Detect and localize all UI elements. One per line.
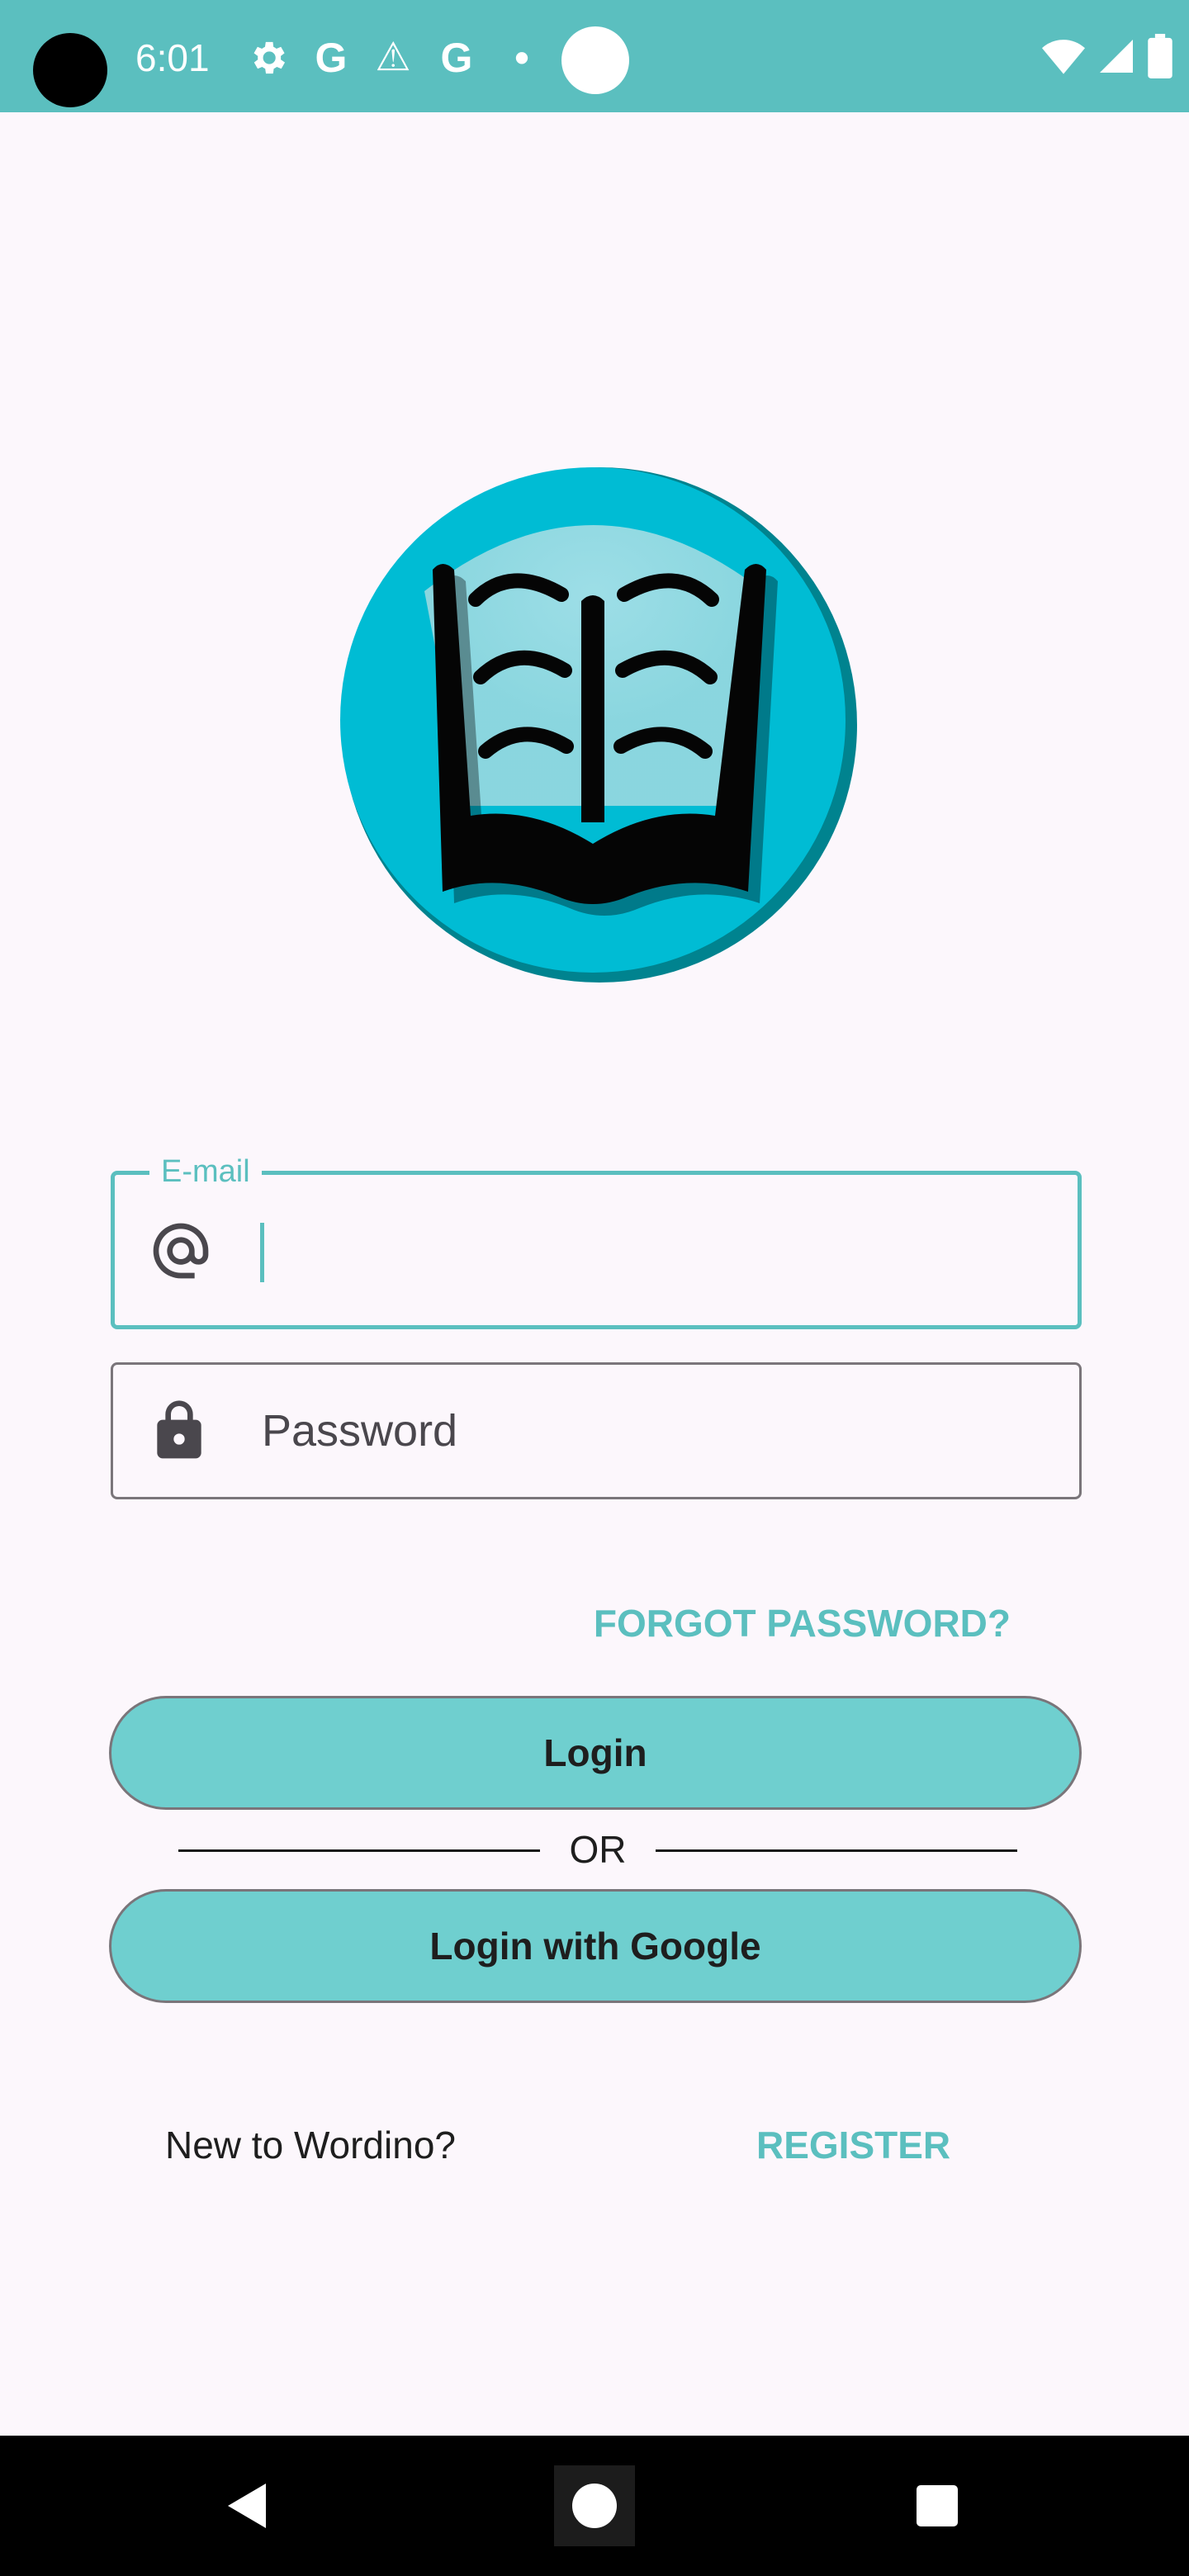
signal-icon (1100, 40, 1133, 73)
email-field-label: E-mail (149, 1153, 262, 1190)
open-book-logo (340, 467, 857, 983)
email-field[interactable]: E-mail (111, 1153, 1082, 1329)
battery-icon (1148, 34, 1172, 78)
home-icon[interactable] (549, 2460, 640, 2551)
at-sign-icon (153, 1223, 209, 1279)
status-bar: 6:01 G ⚠ G • (0, 0, 1189, 112)
status-icons-right (1042, 30, 1172, 83)
back-icon[interactable] (203, 2460, 294, 2551)
google-icon: G (315, 35, 348, 81)
divider-line-right (656, 1849, 1017, 1852)
dot-icon: • (514, 35, 529, 81)
password-input[interactable] (262, 1398, 1054, 1464)
register-prompt: New to Wordino? (165, 2124, 456, 2166)
status-time: 6:01 (135, 36, 210, 79)
login-button[interactable]: Login (109, 1696, 1082, 1810)
text-cursor (260, 1223, 264, 1282)
wifi-icon (1042, 40, 1085, 74)
google-icon: G (440, 35, 473, 81)
camera-cutout (33, 33, 107, 107)
recents-icon[interactable] (892, 2460, 983, 2551)
circle-icon (561, 26, 629, 94)
warning-icon: ⚠ (375, 36, 411, 79)
login-with-google-button[interactable]: Login with Google (109, 1889, 1082, 2003)
password-field[interactable] (111, 1362, 1082, 1499)
navigation-bar (0, 2436, 1189, 2576)
lock-icon (157, 1400, 201, 1459)
forgot-password-link[interactable]: FORGOT PASSWORD? (594, 1600, 1011, 1646)
email-input[interactable] (263, 1218, 1053, 1284)
register-link[interactable]: REGISTER (756, 2120, 950, 2170)
or-divider: OR (178, 1825, 1017, 1874)
settings-icon (253, 41, 286, 74)
